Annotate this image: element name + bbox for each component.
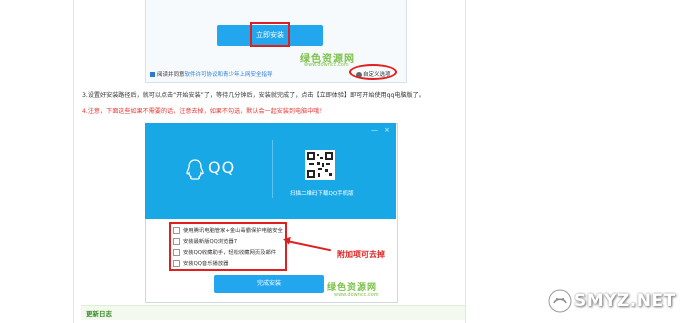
- option-label: 安装QQ收藏助手，轻松收藏网页及邮件: [183, 250, 277, 256]
- option-label: 安装QQ音乐播放器: [183, 261, 229, 267]
- agree-row: 阅读并同意软件许可协议和青少年上网安全指导: [150, 70, 273, 78]
- checkbox[interactable]: [173, 227, 180, 234]
- update-log-title: 更新日志: [86, 310, 112, 318]
- qq-penguin-icon: [185, 158, 205, 185]
- highlight-rect: [250, 22, 290, 47]
- qr-code: [305, 150, 335, 180]
- highlight-ellipse: [349, 64, 397, 80]
- option-browser[interactable]: 安装最新版QQ浏览器7: [173, 237, 237, 245]
- minimize-icon[interactable]: —: [371, 126, 378, 134]
- option-music[interactable]: 安装QQ音乐播放器: [173, 259, 228, 267]
- close-icon[interactable]: ×: [384, 126, 390, 134]
- content-left-border: [73, 0, 74, 323]
- watermark-url: www.downcc.com: [304, 62, 349, 68]
- finish-install-button[interactable]: 完成安装: [214, 275, 324, 293]
- agree-prefix: 阅读并同意: [157, 72, 185, 78]
- brand-watermark: SMYZ.NET: [574, 291, 676, 311]
- step3-text: 3.设置好安装路径后，就可以点击“开始安装”了，等待几分钟后，安装就完成了，点击…: [82, 92, 425, 99]
- watermark-url: www.downcc.com: [334, 292, 379, 298]
- header-divider: [272, 140, 273, 198]
- annotation-text: 附加项可去掉: [337, 250, 385, 259]
- agreement-link[interactable]: 软件许可协议和青少年上网安全指导: [185, 72, 273, 78]
- checkbox[interactable]: [173, 249, 180, 256]
- option-label: 使用腾讯电脑管家+金山毒霸保护电脑安全: [183, 228, 283, 234]
- agree-checkbox[interactable]: [150, 72, 155, 77]
- step4-warning: 4.注意，下面这些如果不需要的话，注意去掉，如果不勾选，默认会一起安装到电脑中哦…: [82, 108, 326, 115]
- content-right-border: [465, 0, 466, 323]
- update-log-bar: [81, 305, 465, 320]
- brand-logo-icon: [548, 289, 572, 313]
- checkbox[interactable]: [173, 260, 180, 267]
- qq-logo-text: QQ: [208, 158, 236, 177]
- option-guanjia[interactable]: 使用腾讯电脑管家+金山毒霸保护电脑安全: [173, 226, 283, 234]
- checkbox[interactable]: [173, 238, 180, 245]
- option-favorites[interactable]: 安装QQ收藏助手，轻松收藏网页及邮件: [173, 248, 276, 256]
- option-label: 安装最新版QQ浏览器7: [183, 239, 238, 245]
- qq-installer-header: [145, 123, 396, 219]
- qr-caption: 扫描二维码下载QQ手机版: [290, 191, 354, 197]
